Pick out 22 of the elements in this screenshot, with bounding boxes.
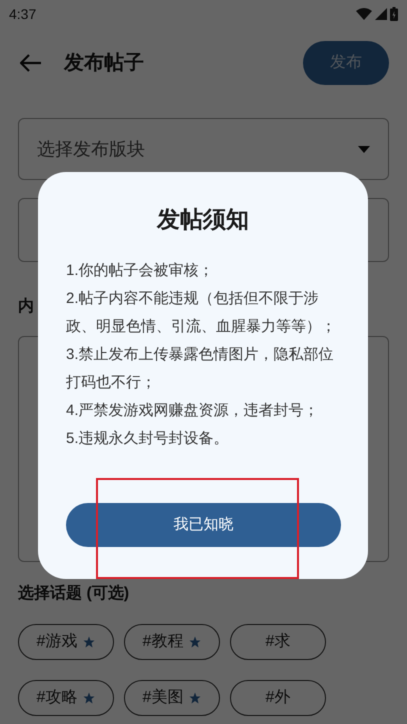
notice-rule: 1.你的帖子会被审核； — [66, 260, 215, 280]
page-title: 发布帖子 — [64, 51, 144, 76]
content-label: 内 — [18, 296, 34, 317]
notice-rule: 3.禁止发布上传暴露色情图片，隐私部位打码也不行； — [66, 344, 335, 392]
notice-rule: 2.帖子内容不能违规（包括但不限于涉政、明显色情、引流、血腥暴力等等）； — [66, 288, 337, 336]
topic-chip[interactable]: #攻略 — [18, 680, 114, 716]
wifi-icon — [356, 8, 372, 20]
status-time: 4:37 — [9, 4, 36, 24]
topic-chip[interactable]: #游戏 — [18, 624, 114, 660]
acknowledge-button[interactable]: 我已知晓 — [66, 503, 341, 547]
back-arrow-icon[interactable] — [20, 54, 42, 72]
topic-chip[interactable]: #外 — [230, 680, 326, 716]
dropdown-caret-icon — [358, 146, 370, 152]
battery-icon — [390, 7, 398, 21]
dialog-title: 发帖须知 — [157, 205, 249, 234]
signal-icon — [375, 8, 387, 20]
notice-rule: 4.严禁发游戏网赚盘资源，违者封号； — [66, 400, 320, 420]
topic-chip[interactable]: #求 — [230, 624, 326, 660]
notice-rule: 5.违规永久封号封设备。 — [66, 428, 230, 448]
topics-label: 选择话题 (可选) — [18, 584, 130, 604]
topic-chip[interactable]: #教程 — [124, 624, 220, 660]
topic-chip[interactable]: #美图 — [124, 680, 220, 716]
